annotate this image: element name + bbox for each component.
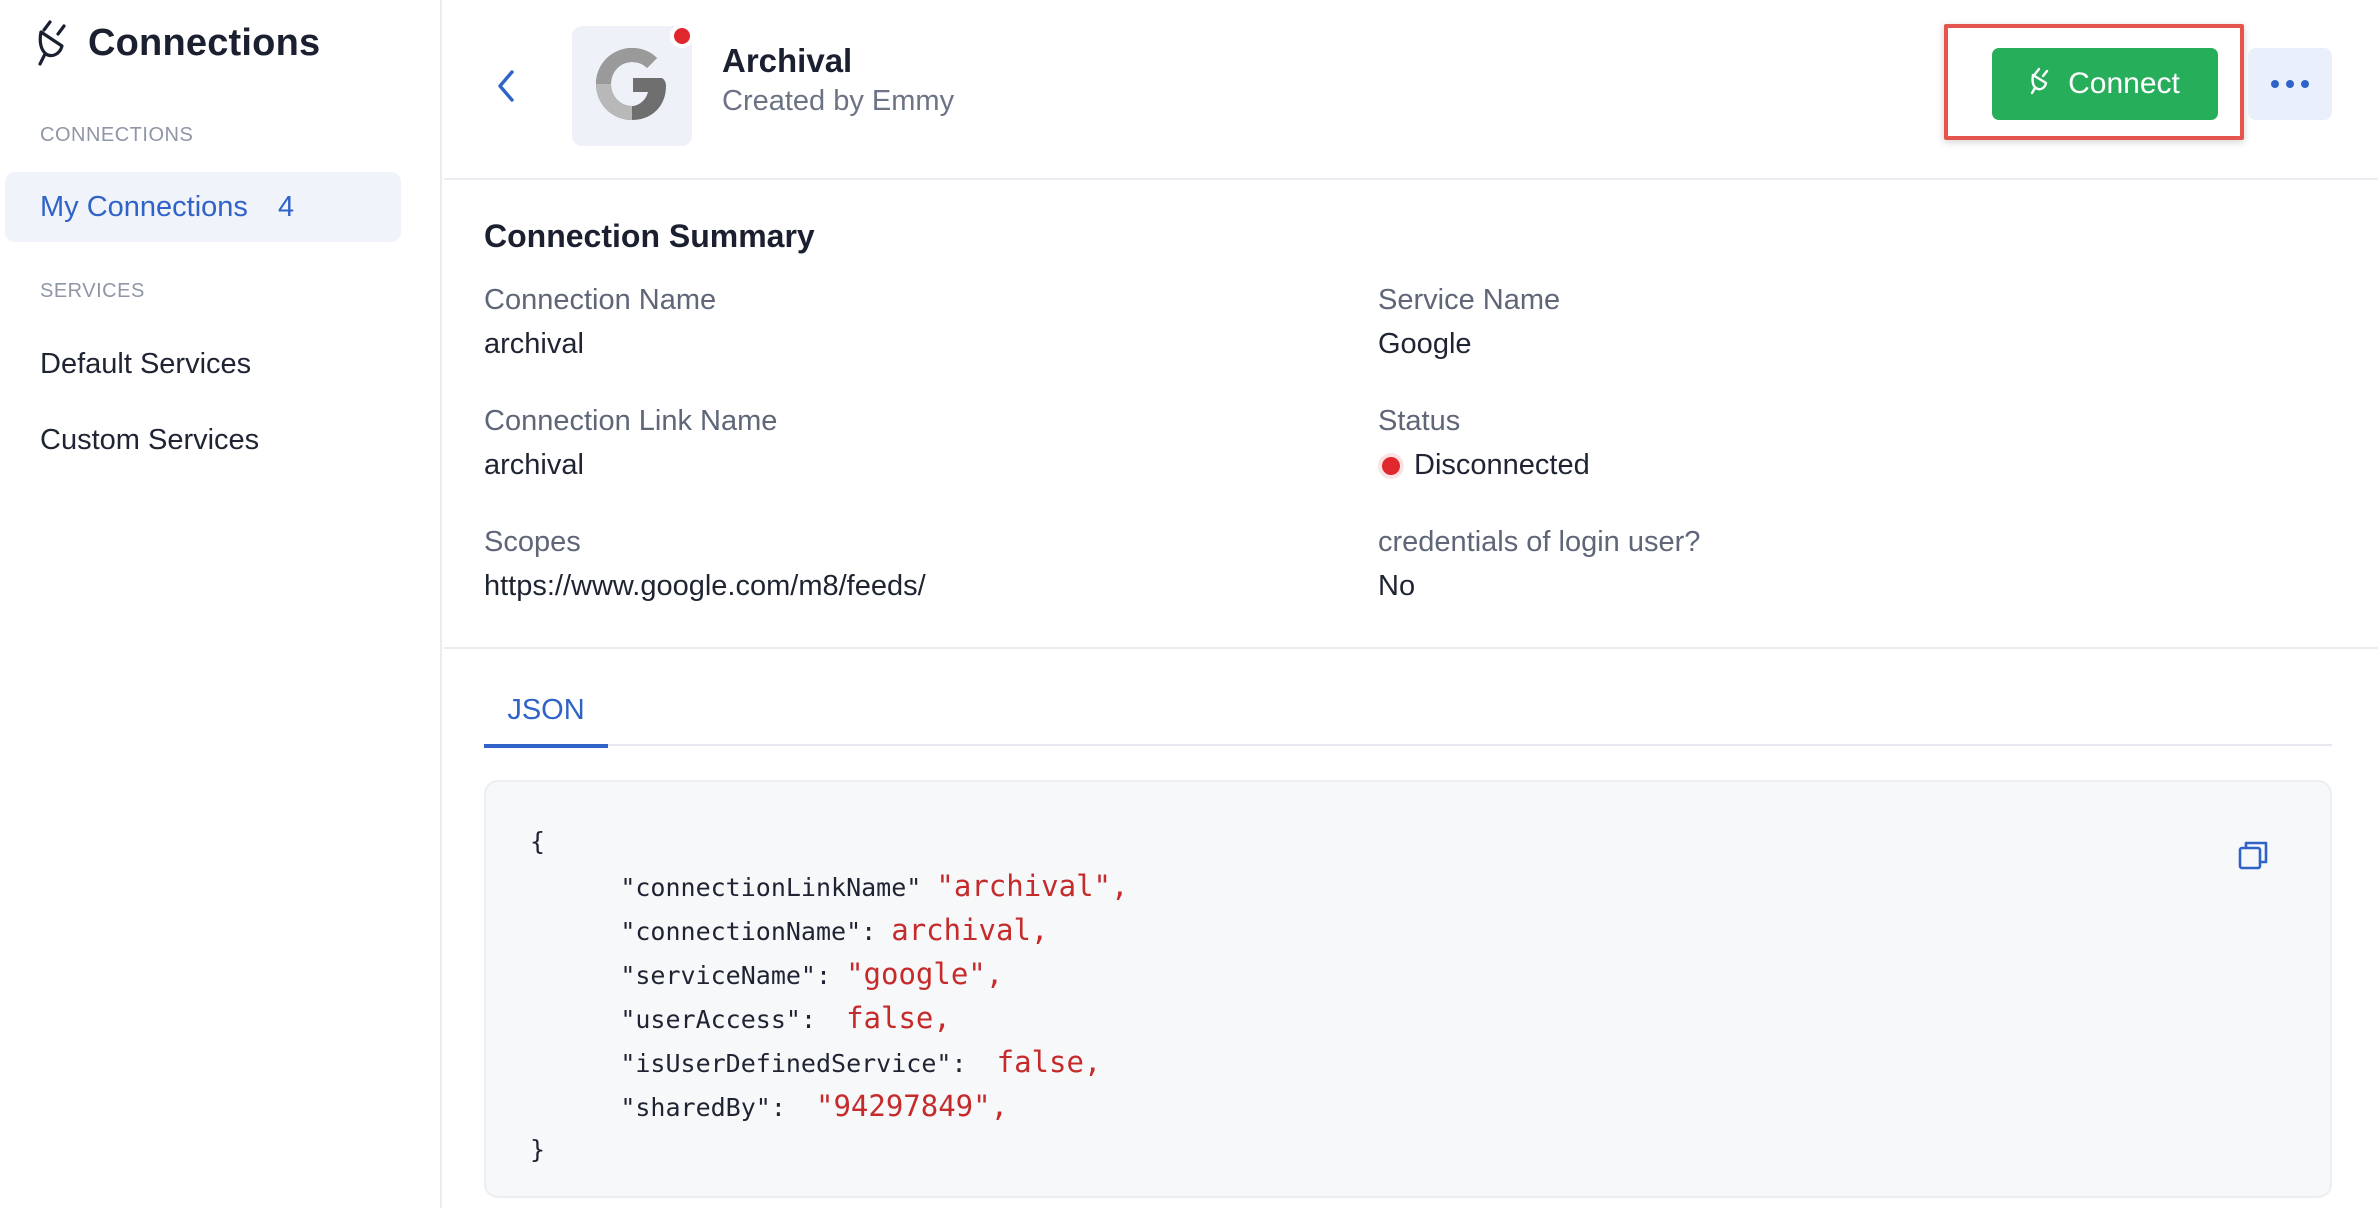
json-sep: : <box>861 917 892 946</box>
json-code-block: { "connectionLinkName" "archival", "conn… <box>484 780 2332 1198</box>
sidebar-item-label: Default Services <box>40 347 252 380</box>
json-key: "connectionName" <box>620 917 862 946</box>
more-dot <box>2301 80 2309 88</box>
google-g-icon <box>590 42 674 131</box>
json-sep: : <box>951 1049 997 1078</box>
field-value-service-name: Google <box>1378 328 1472 361</box>
json-line: "userAccess": false, <box>530 996 1128 1040</box>
back-button[interactable] <box>488 64 524 108</box>
json-code: { "connectionLinkName" "archival", "conn… <box>530 820 1128 1172</box>
json-line: "connectionLinkName" "archival", <box>530 864 1128 908</box>
value-text: https://www.google.com/m8/feeds/ <box>484 570 926 602</box>
sidebar-item-label: My Connections <box>40 190 248 223</box>
status-text: Disconnected <box>1414 449 1590 481</box>
json-key: "isUserDefinedService" <box>620 1049 952 1078</box>
json-value: false, <box>846 1001 951 1035</box>
brand: Connections <box>36 14 320 73</box>
json-sep: : <box>815 961 847 990</box>
json-line: "sharedBy": "94297849", <box>530 1084 1128 1128</box>
value-text: archival <box>484 449 584 481</box>
json-value: "google", <box>846 957 1004 991</box>
sidebar-item-label: Custom Services <box>40 423 260 456</box>
json-key: "serviceName" <box>620 961 816 990</box>
value-text: No <box>1378 570 1416 602</box>
more-dot <box>2271 80 2279 88</box>
field-label-connection-name: Connection Name <box>484 284 717 316</box>
sidebar: Connections CONNECTIONS My Connections 4… <box>0 0 442 1208</box>
json-sep <box>921 873 936 902</box>
json-line: "isUserDefinedService": false, <box>530 1040 1128 1084</box>
field-value-status: Disconnected <box>1382 449 1590 482</box>
copy-button[interactable] <box>2236 838 2270 872</box>
connect-button-label: Connect <box>2068 67 2180 100</box>
sidebar-item-my-connections[interactable]: My Connections 4 <box>5 172 401 242</box>
field-label-status: Status <box>1378 405 1461 437</box>
tabs-underline <box>484 744 2332 746</box>
json-key: "sharedBy" <box>620 1093 771 1122</box>
json-value: archival, <box>891 913 1049 947</box>
field-label-scopes: Scopes <box>484 526 581 558</box>
copy-icon <box>2236 841 2270 876</box>
json-sep: : <box>800 1005 847 1034</box>
json-key: "connectionLinkName" <box>620 873 922 902</box>
field-value-connection-link-name: archival <box>484 449 584 482</box>
json-sep: : <box>770 1093 816 1122</box>
field-value-connection-name: archival <box>484 328 584 361</box>
section-title: Connection Summary <box>484 218 815 254</box>
status-dot <box>1382 456 1400 475</box>
tab-json[interactable]: JSON <box>484 694 608 748</box>
json-value: false, <box>996 1045 1102 1079</box>
sidebar-item-custom-services[interactable]: Custom Services <box>5 405 401 475</box>
page-subtitle: Created by Emmy <box>722 85 955 117</box>
field-label-connection-link-name: Connection Link Name <box>484 405 778 437</box>
section-label-connections: CONNECTIONS <box>40 124 194 146</box>
page-title: Archival <box>722 42 853 79</box>
json-close-brace: } <box>530 1135 546 1164</box>
field-label-login-credentials: credentials of login user? <box>1378 526 1701 558</box>
chevron-left-icon <box>488 70 524 112</box>
status-dot <box>670 24 694 48</box>
brand-title: Connections <box>88 22 321 64</box>
json-value: "archival", <box>936 869 1129 903</box>
plug-icon <box>2030 65 2056 103</box>
plug-icon <box>36 14 78 73</box>
field-value-scopes: https://www.google.com/m8/feeds/ <box>484 570 926 603</box>
more-options-button[interactable] <box>2248 48 2332 120</box>
json-line: "connectionName": archival, <box>530 908 1128 952</box>
sidebar-item-default-services[interactable]: Default Services <box>5 329 401 399</box>
json-key: "userAccess" <box>620 1005 801 1034</box>
json-value: "94297849", <box>815 1089 1009 1123</box>
more-dot <box>2286 80 2294 88</box>
value-text: archival <box>484 328 584 360</box>
field-label-service-name: Service Name <box>1378 284 1561 316</box>
connections-count-badge: 4 <box>277 190 295 223</box>
field-value-login-credentials: No <box>1378 570 1415 603</box>
section-label-services: SERVICES <box>40 280 145 302</box>
header-divider <box>444 178 2378 180</box>
summary-divider <box>444 647 2378 649</box>
connect-button[interactable]: Connect <box>1992 48 2218 120</box>
value-text: Google <box>1378 328 1472 360</box>
json-line: "serviceName": "google", <box>530 952 1128 996</box>
json-open-brace: { <box>530 827 546 856</box>
